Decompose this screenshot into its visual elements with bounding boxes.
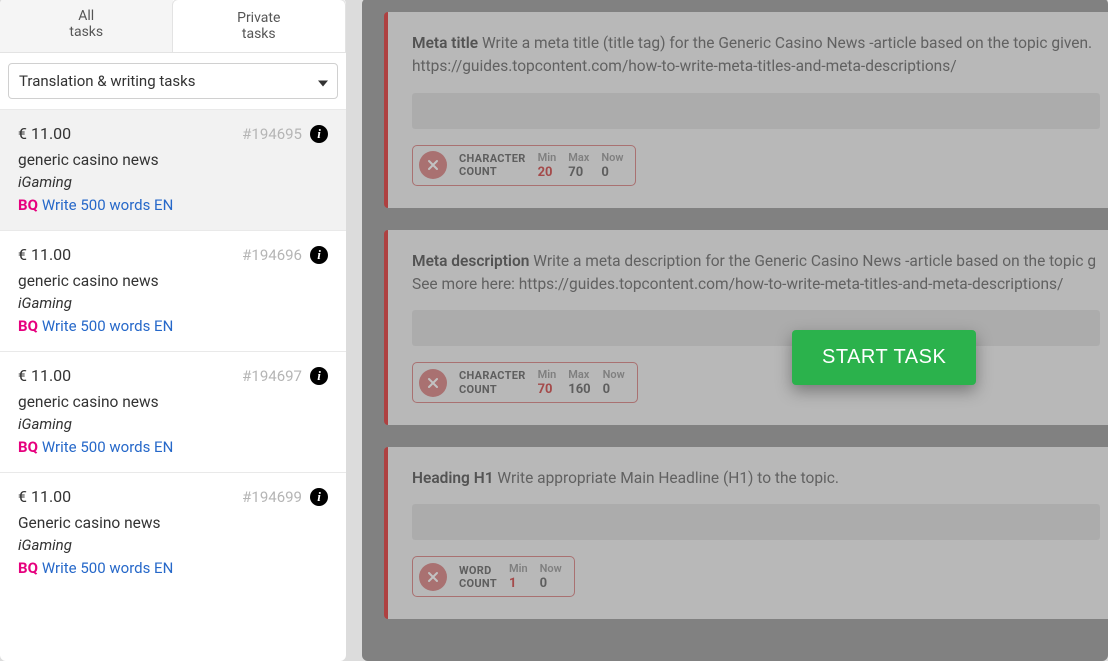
task-item[interactable]: € 11.00 #194697 i generic casino news iGamin… — [0, 351, 346, 472]
counter-box: CHARACTERCOUNT Min70 Max160 Now0 — [412, 362, 638, 403]
task-id: #194696 — [242, 246, 302, 264]
card-instruction: Heading H1 Write appropriate Main Headli… — [412, 467, 1100, 490]
counter-header: Now — [540, 562, 562, 575]
counter-col: Min20 — [538, 151, 557, 180]
counter-col: Min70 — [538, 368, 557, 397]
text-input[interactable] — [412, 310, 1100, 346]
counter-value: 1 — [509, 576, 516, 591]
select-value: Translation & writing tasks — [19, 72, 195, 90]
close-icon — [419, 369, 447, 397]
counter-header: Min — [538, 151, 557, 164]
task-list: € 11.00 #194695 i generic casino news iGamin… — [0, 109, 346, 593]
task-price: € 11.00 — [18, 245, 71, 264]
form-card: Meta title Write a meta title (title tag… — [384, 12, 1108, 208]
task-price: € 11.00 — [18, 487, 71, 506]
chevron-down-icon — [318, 72, 328, 91]
close-icon — [419, 151, 447, 179]
task-title: generic casino news — [18, 151, 328, 169]
task-bq-badge: BQ — [18, 317, 38, 335]
task-bq-badge: BQ — [18, 196, 38, 214]
counter-label: CHARACTERCOUNT — [459, 152, 526, 178]
counter-value: 0 — [601, 165, 608, 180]
tab-all-tasks[interactable]: All tasks — [0, 0, 173, 52]
counter-value: 0 — [540, 576, 547, 591]
counter-col: Min1 — [509, 562, 528, 591]
counter-header: Min — [509, 562, 528, 575]
task-link[interactable]: Write 500 words EN — [42, 196, 173, 214]
task-id: #194697 — [242, 367, 302, 385]
task-item[interactable]: € 11.00 #194695 i generic casino news iGamin… — [0, 109, 346, 230]
task-title: Generic casino news — [18, 514, 328, 532]
task-category: iGaming — [18, 294, 328, 312]
text-input[interactable] — [412, 93, 1100, 129]
task-id: #194695 — [242, 125, 302, 143]
task-item[interactable]: € 11.00 #194696 i generic casino news iGamin… — [0, 230, 346, 351]
info-icon[interactable]: i — [310, 246, 328, 264]
task-bq-badge: BQ — [18, 438, 38, 456]
counter-header: Now — [603, 368, 625, 381]
card-instruction: Meta description Write a meta descriptio… — [412, 250, 1100, 297]
task-title: generic casino news — [18, 393, 328, 411]
counter-col: Max70 — [568, 151, 589, 180]
counter-value: 20 — [538, 165, 553, 180]
task-link[interactable]: Write 500 words EN — [42, 559, 173, 577]
counter-box: CHARACTERCOUNT Min20 Max70 Now0 — [412, 145, 636, 186]
counter-header: Max — [568, 151, 589, 164]
main-panel: Meta title Write a meta title (title tag… — [362, 0, 1108, 661]
dropdown-wrap: Translation & writing tasks — [0, 53, 346, 109]
text-input[interactable] — [412, 504, 1100, 540]
counter-header: Max — [568, 368, 589, 381]
counter-col: Now0 — [603, 368, 625, 397]
button-label: START TASK — [822, 346, 946, 368]
counter-value: 70 — [538, 382, 553, 397]
task-bq-badge: BQ — [18, 559, 38, 577]
start-task-button[interactable]: START TASK — [792, 330, 976, 385]
counter-box: WORDCOUNT Min1 Now0 — [412, 556, 575, 597]
counter-col: Now0 — [601, 151, 623, 180]
info-icon[interactable]: i — [310, 367, 328, 385]
task-category: iGaming — [18, 415, 328, 433]
task-link[interactable]: Write 500 words EN — [42, 438, 173, 456]
counter-value: 0 — [603, 382, 610, 397]
info-icon[interactable]: i — [310, 488, 328, 506]
card-instruction: Meta title Write a meta title (title tag… — [412, 32, 1100, 79]
counter-label: WORDCOUNT — [459, 564, 497, 590]
task-price: € 11.00 — [18, 366, 71, 385]
task-category: iGaming — [18, 173, 328, 191]
sidebar: All tasks Private tasks Translation & wr… — [0, 0, 346, 661]
task-price: € 11.00 — [18, 124, 71, 143]
counter-value: 160 — [568, 382, 590, 397]
task-id: #194699 — [242, 488, 302, 506]
info-icon[interactable]: i — [310, 125, 328, 143]
counter-col: Max160 — [568, 368, 590, 397]
task-title: generic casino news — [18, 272, 328, 290]
counter-header: Min — [538, 368, 557, 381]
counter-label: CHARACTERCOUNT — [459, 369, 526, 395]
task-type-select[interactable]: Translation & writing tasks — [8, 63, 338, 99]
form-card: Meta description Write a meta descriptio… — [384, 230, 1108, 426]
task-category: iGaming — [18, 536, 328, 554]
close-icon — [419, 563, 447, 591]
tab-label: All tasks — [0, 8, 173, 40]
tab-private-tasks[interactable]: Private tasks — [172, 0, 347, 52]
tabs: All tasks Private tasks — [0, 0, 346, 53]
counter-value: 70 — [568, 165, 583, 180]
tab-label: Private tasks — [173, 10, 346, 42]
task-link[interactable]: Write 500 words EN — [42, 317, 173, 335]
task-item[interactable]: € 11.00 #194699 i Generic casino news iGamin… — [0, 472, 346, 593]
counter-col: Now0 — [540, 562, 562, 591]
form-card: Heading H1 Write appropriate Main Headli… — [384, 447, 1108, 619]
counter-header: Now — [601, 151, 623, 164]
